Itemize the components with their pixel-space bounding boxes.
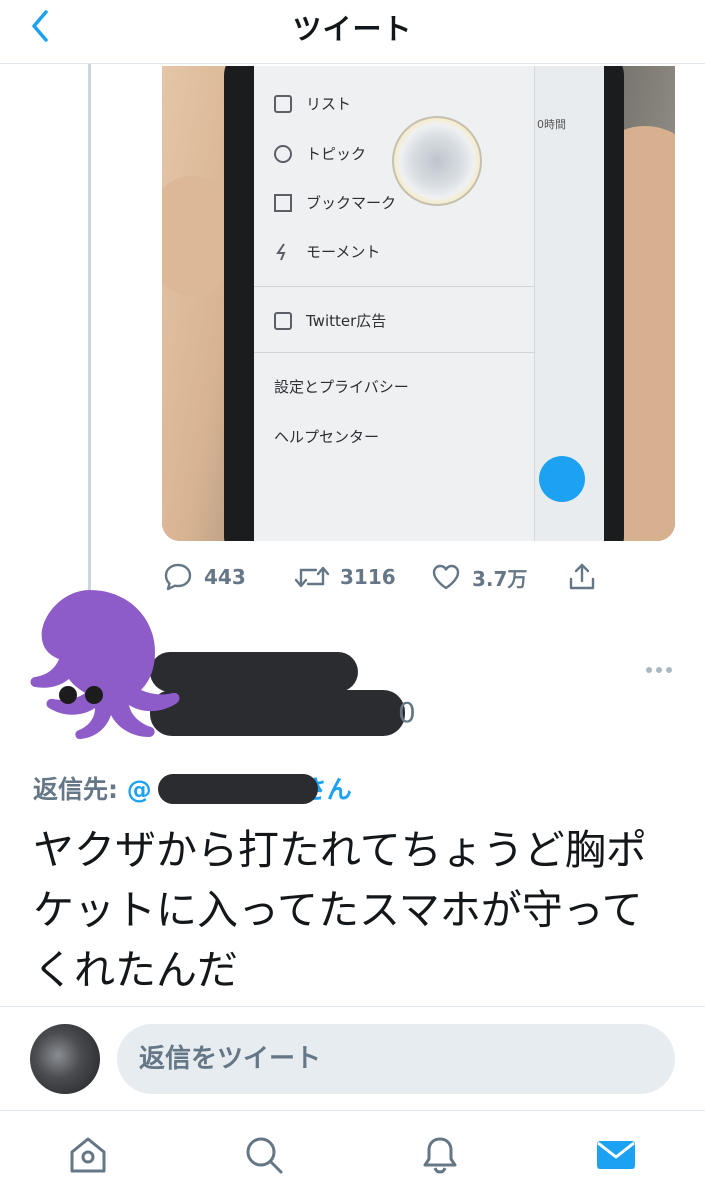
tab-search[interactable] [242, 1133, 290, 1181]
like-count: 3.7万 [472, 566, 528, 591]
mention-at[interactable]: @ [127, 775, 152, 804]
share-icon [569, 563, 595, 590]
photo-screen-crack [392, 116, 482, 206]
photo-menu-divider [254, 352, 534, 353]
home-icon [70, 1137, 106, 1173]
photo-menu-label: トピック [306, 145, 367, 163]
thread-connector-line [88, 64, 91, 594]
photo-menu-label: モーメント [306, 243, 381, 261]
retweet-button[interactable]: 3116 [294, 561, 396, 593]
photo-menu-item-bookmark: ブックマーク [274, 192, 396, 213]
photo-menu-item-help: ヘルプセンター [274, 426, 379, 447]
tab-messages[interactable] [594, 1133, 642, 1181]
photo-screen-time: 0時間 [537, 118, 566, 131]
photo-menu-item-list: リスト [274, 93, 351, 114]
top-bar: ツイート [0, 0, 705, 64]
reply-tweet-text: ヤクザから打たれてちょうど胸ポケットに入ってたスマホが守ってくれたんだ [33, 826, 647, 994]
reply-to-label: 返信先: [33, 775, 118, 804]
handle-visible-tail: 0 [398, 696, 416, 729]
more-options-icon[interactable] [644, 660, 674, 680]
photo-menu-label: ヘルプセンター [274, 428, 380, 446]
heart-icon [432, 564, 460, 590]
page-title: ツイート [292, 12, 413, 46]
photo-compose-fab [539, 456, 585, 502]
photo-menu-label: リスト [306, 95, 352, 113]
bookmark-icon [274, 193, 292, 212]
search-icon [246, 1137, 283, 1174]
photo-menu-item-settings: 設定とプライバシー [274, 376, 409, 397]
photo-hand-left [162, 176, 232, 296]
bell-icon [423, 1137, 457, 1174]
share-button[interactable] [566, 561, 598, 593]
list-icon [274, 94, 292, 113]
photo-menu-label: ブックマーク [306, 194, 397, 212]
external-link-icon [274, 311, 292, 330]
reply-input[interactable] [117, 1024, 675, 1094]
topic-icon [274, 144, 292, 163]
retweet-icon [294, 566, 330, 588]
photo-menu-item-topic: トピック [274, 143, 366, 164]
retweet-count: 3116 [340, 565, 396, 589]
photo-menu-label: 設定とプライバシー [274, 378, 409, 396]
tab-notifications[interactable] [418, 1133, 466, 1181]
reply-composer [0, 1006, 705, 1106]
reply-count: 443 [204, 565, 246, 589]
tweet-action-bar: 443 3116 3.7万 [162, 555, 602, 599]
mail-icon [597, 1141, 635, 1169]
lightning-icon [274, 242, 292, 261]
octopus-icon[interactable] [0, 585, 190, 775]
photo-menu-item-ads: Twitter広告 [274, 310, 386, 331]
tab-home[interactable] [66, 1133, 114, 1181]
photo-menu-label: Twitter広告 [306, 312, 387, 330]
photo-menu-divider [254, 286, 534, 287]
photo-menu-item-moment: モーメント [274, 241, 380, 262]
bottom-tab-bar [0, 1110, 705, 1200]
tweet-photo[interactable]: 0時間 リスト トピック ブックマーク モーメント Twitter広告 設定とプ… [162, 66, 675, 541]
like-button[interactable]: 3.7万 [430, 561, 527, 593]
redacted-mention [158, 774, 318, 804]
my-avatar[interactable] [30, 1024, 100, 1094]
